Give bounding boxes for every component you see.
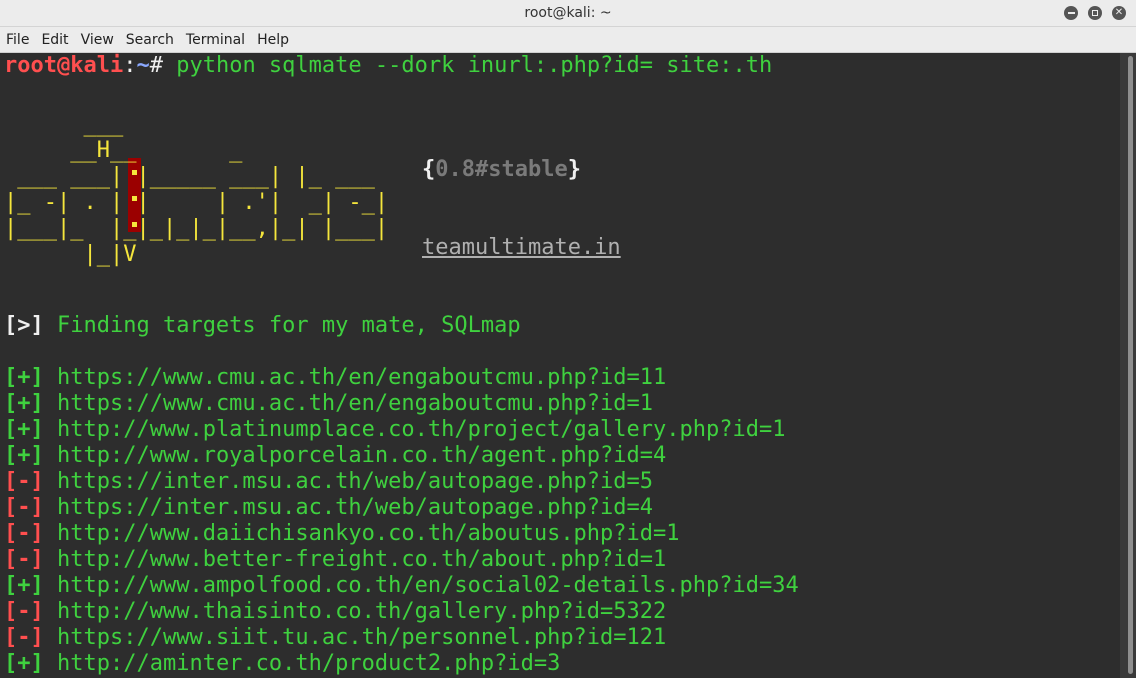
minimize-icon — [1067, 12, 1075, 14]
close-button[interactable]: ✕ — [1112, 6, 1126, 20]
prompt-path: ~ — [136, 53, 150, 78]
menu-view[interactable]: View — [81, 32, 114, 48]
result-url: http://www.better-freight.co.th/about.ph… — [57, 547, 667, 572]
result-marker: [+] — [4, 417, 44, 442]
result-url: http://www.daiichisankyo.co.th/aboutus.p… — [57, 521, 680, 546]
window-title: root@kali: ~ — [524, 5, 612, 21]
result-marker: [-] — [4, 469, 44, 494]
result-line: [-] http://www.daiichisankyo.co.th/about… — [4, 521, 680, 547]
prompt-user-host: root@kali — [4, 53, 124, 78]
title-bar: root@kali: ~ ✕ — [0, 0, 1136, 27]
minimize-button[interactable] — [1064, 6, 1078, 20]
result-marker: [-] — [4, 625, 44, 650]
result-marker: [+] — [4, 365, 44, 390]
result-line: [+] https://www.cmu.ac.th/en/engaboutcmu… — [4, 391, 653, 417]
result-url: https://inter.msu.ac.th/web/autopage.php… — [57, 469, 654, 494]
version-brace-close: } — [567, 157, 581, 182]
result-url: https://www.siit.tu.ac.th/personnel.php?… — [57, 625, 667, 650]
prompt-colon: : — [123, 53, 137, 78]
result-line: [+] http://www.ampolfood.co.th/en/social… — [4, 573, 799, 599]
result-line: [-] https://www.siit.tu.ac.th/personnel.… — [4, 625, 666, 651]
maximize-button[interactable] — [1088, 6, 1102, 20]
result-marker: [-] — [4, 599, 44, 624]
menu-edit[interactable]: Edit — [41, 32, 68, 48]
result-url: http://www.thaisinto.co.th/gallery.php?i… — [57, 599, 667, 624]
menu-bar: File Edit View Search Terminal Help — [0, 27, 1136, 53]
result-line: [+] http://www.platinumplace.co.th/proje… — [4, 417, 785, 443]
status-text: Finding targets for my mate, SQLmap — [43, 313, 521, 338]
close-icon: ✕ — [1114, 7, 1124, 18]
result-url: http://aminter.co.th/product2.php?id=3 — [57, 651, 561, 676]
maximize-icon — [1092, 10, 1098, 16]
status-marker: [>] — [4, 313, 44, 338]
version-brace-open: { — [422, 157, 436, 182]
website-link[interactable]: teamultimate.in — [422, 235, 621, 261]
command-prompt-line: root@kali:~# python sqlmate --dork inurl… — [4, 53, 772, 79]
result-marker: [+] — [4, 651, 44, 676]
command-text: python sqlmate --dork inurl:.php?id= sit… — [162, 53, 773, 78]
result-url: http://www.royalporcelain.co.th/agent.ph… — [57, 443, 667, 468]
result-line: [-] https://inter.msu.ac.th/web/autopage… — [4, 469, 653, 495]
result-line: [+] https://www.cmu.ac.th/en/engaboutcmu… — [4, 365, 666, 391]
ascii-logo: ___ __H__ _ ___ ___| |_____ ___| |_ ___ … — [4, 112, 389, 267]
result-marker: [-] — [4, 495, 44, 520]
result-line: [+] http://www.royalporcelain.co.th/agen… — [4, 443, 666, 469]
result-marker: [+] — [4, 443, 44, 468]
result-line: [+] http://aminter.co.th/product2.php?id… — [4, 651, 560, 677]
menu-search[interactable]: Search — [126, 32, 174, 48]
result-marker: [-] — [4, 521, 44, 546]
result-url: https://inter.msu.ac.th/web/autopage.php… — [57, 495, 654, 520]
result-marker: [+] — [4, 573, 44, 598]
scrollbar-thumb[interactable] — [1128, 56, 1133, 674]
version-tag: {0.8#stable} — [422, 157, 581, 183]
status-line: [>] Finding targets for my mate, SQLmap — [4, 313, 521, 339]
result-line: [-] http://www.thaisinto.co.th/gallery.p… — [4, 599, 666, 625]
result-url: https://www.cmu.ac.th/en/engaboutcmu.php… — [57, 391, 654, 416]
result-url: https://www.cmu.ac.th/en/engaboutcmu.php… — [57, 365, 667, 390]
result-url: http://www.ampolfood.co.th/en/social02-d… — [57, 573, 799, 598]
result-line: [-] https://inter.msu.ac.th/web/autopage… — [4, 495, 653, 521]
result-line: [-] http://www.better-freight.co.th/abou… — [4, 547, 666, 573]
result-marker: [-] — [4, 547, 44, 572]
result-marker: [+] — [4, 391, 44, 416]
menu-help[interactable]: Help — [257, 32, 289, 48]
result-url: http://www.platinumplace.co.th/project/g… — [57, 417, 786, 442]
menu-terminal[interactable]: Terminal — [186, 32, 245, 48]
menu-file[interactable]: File — [6, 32, 29, 48]
version-text: 0.8#stable — [435, 157, 568, 182]
prompt-symbol: # — [149, 53, 163, 78]
